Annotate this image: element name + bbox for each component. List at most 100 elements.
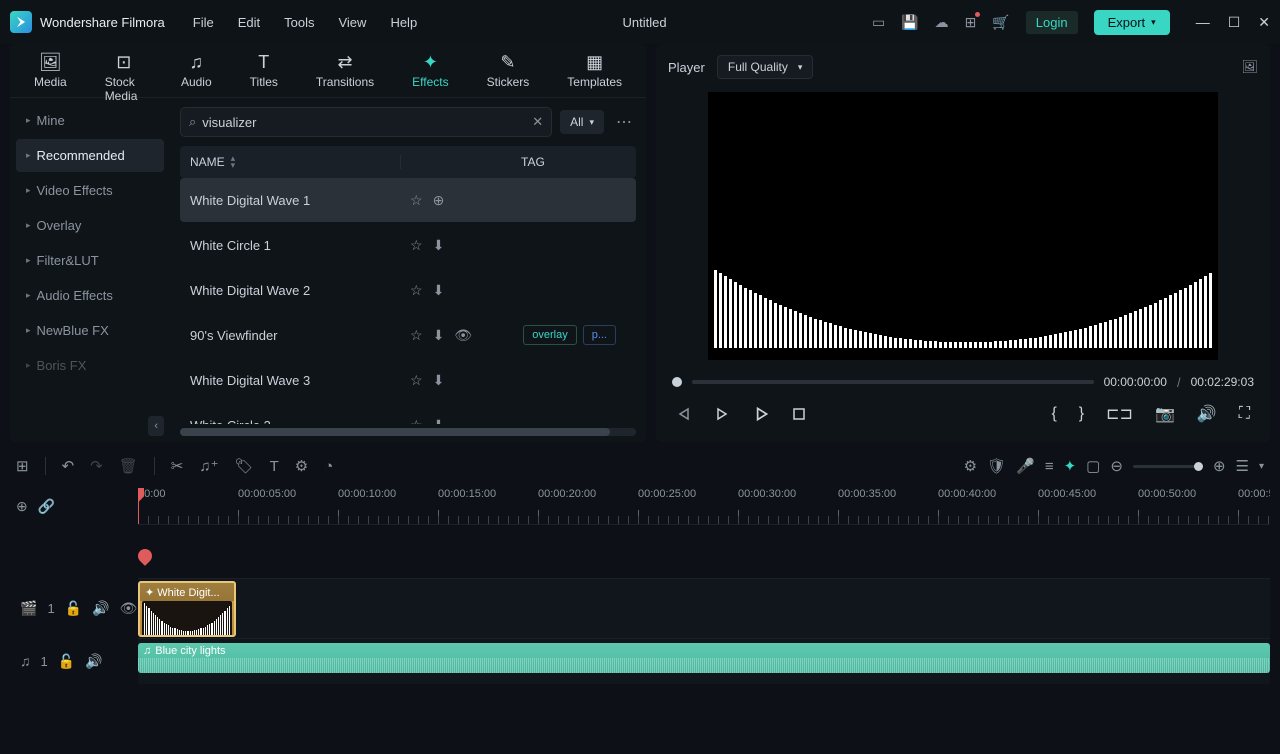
track-lock-icon[interactable]: 🔓 xyxy=(65,600,82,617)
tag-chip[interactable]: p... xyxy=(583,325,616,345)
device-icon[interactable]: ▭ xyxy=(872,14,885,31)
maximize-button[interactable]: ☐ xyxy=(1228,14,1241,31)
audio-clip[interactable]: ♫Blue city lights xyxy=(138,643,1270,673)
view-mode-button[interactable]: ☰ xyxy=(1236,457,1249,475)
snap-button[interactable]: ✦ xyxy=(1064,457,1077,475)
add-track-button[interactable]: ⊕ xyxy=(16,498,28,515)
fullscreen-button[interactable]: ⛶ xyxy=(1239,405,1250,423)
sidebar-item-recommended[interactable]: ▸Recommended xyxy=(16,139,164,172)
text-button[interactable]: T xyxy=(270,458,279,475)
display-mode-button[interactable]: ⊏⊐ xyxy=(1106,404,1133,424)
effect-row[interactable]: White Circle 3☆⬇ xyxy=(180,403,636,424)
tab-stickers[interactable]: ✎Stickers xyxy=(483,50,534,97)
menu-file[interactable]: File xyxy=(193,15,214,30)
save-icon[interactable]: 💾 xyxy=(901,14,918,31)
clear-search-button[interactable]: ✕ xyxy=(532,114,543,130)
star-icon[interactable]: ☆ xyxy=(410,192,423,209)
collapse-sidebar-button[interactable]: ‹ xyxy=(148,416,164,436)
effect-row[interactable]: White Circle 1☆⬇ xyxy=(180,223,636,267)
voice-button[interactable]: 🎤 xyxy=(1016,457,1035,475)
sidebar-item-boris[interactable]: ▸Boris FX xyxy=(16,349,164,382)
zoom-slider[interactable] xyxy=(1133,465,1203,468)
tab-templates[interactable]: ▦Templates xyxy=(563,50,626,97)
download-icon[interactable]: ⬇ xyxy=(433,282,445,299)
effect-row[interactable]: White Digital Wave 2☆⬇ xyxy=(180,268,636,312)
link-button[interactable]: 🔗 xyxy=(38,498,55,515)
star-icon[interactable]: ☆ xyxy=(410,327,423,344)
tab-audio[interactable]: ♫Audio xyxy=(177,50,216,97)
sidebar-item-mine[interactable]: ▸Mine xyxy=(16,104,164,137)
sidebar-item-audio-effects[interactable]: ▸Audio Effects xyxy=(16,279,164,312)
close-button[interactable]: ✕ xyxy=(1258,14,1270,31)
delete-button[interactable]: 🗑 xyxy=(119,457,138,475)
horizontal-scrollbar[interactable] xyxy=(180,428,636,436)
star-icon[interactable]: ☆ xyxy=(410,372,423,389)
play-button[interactable] xyxy=(752,405,770,423)
cloud-icon[interactable]: ☁ xyxy=(935,14,949,31)
tag-chip[interactable]: overlay xyxy=(523,325,576,345)
cart-icon[interactable]: 🛒 xyxy=(992,14,1009,31)
mixer-button[interactable]: ≡ xyxy=(1045,458,1054,475)
tag-button[interactable]: 🏷 xyxy=(235,457,254,475)
star-icon[interactable]: ☆ xyxy=(410,417,423,425)
audio-adjust-button[interactable]: ♫⁺ xyxy=(199,457,218,475)
stop-button[interactable] xyxy=(792,407,806,421)
redo-button[interactable]: ↷ xyxy=(90,457,103,475)
sidebar-item-video-effects[interactable]: ▸Video Effects xyxy=(16,174,164,207)
toggle-panels-button[interactable]: ⊞ xyxy=(16,457,29,475)
sidebar-item-filter-lut[interactable]: ▸Filter&LUT xyxy=(16,244,164,277)
apps-icon[interactable]: ⊞ xyxy=(965,14,977,31)
effect-row[interactable]: 90's Viewfinder☆⬇👁overlayp... xyxy=(180,313,636,357)
mark-in-button[interactable]: { xyxy=(1051,405,1056,423)
tab-media[interactable]: 🖼Media xyxy=(30,50,71,97)
login-button[interactable]: Login xyxy=(1026,11,1078,34)
snapshot-button[interactable]: 📷 xyxy=(1155,404,1175,424)
prev-frame-button[interactable] xyxy=(676,406,692,422)
play-backward-button[interactable] xyxy=(714,406,730,422)
search-input[interactable] xyxy=(202,115,526,130)
speed-button[interactable]: ◔ xyxy=(324,458,333,475)
sidebar-item-newblue[interactable]: ▸NewBlue FX xyxy=(16,314,164,347)
star-icon[interactable]: ☆ xyxy=(410,282,423,299)
export-button[interactable]: Export▾ xyxy=(1094,10,1170,35)
effect-row[interactable]: White Digital Wave 3☆⬇ xyxy=(180,358,636,402)
track-mute-icon[interactable]: 🔊 xyxy=(92,600,109,617)
marker-button[interactable]: 🛡 xyxy=(987,457,1006,475)
mark-out-button[interactable]: } xyxy=(1079,405,1084,423)
effect-row[interactable]: White Digital Wave 1☆⊕ xyxy=(180,178,636,222)
tab-effects[interactable]: ✦Effects xyxy=(408,50,452,97)
tab-titles[interactable]: TTitles xyxy=(246,50,282,97)
timeline-menu-button[interactable]: ▾ xyxy=(1259,461,1264,472)
undo-button[interactable]: ↶ xyxy=(62,457,75,475)
sidebar-item-overlay[interactable]: ▸Overlay xyxy=(16,209,164,242)
filter-dropdown[interactable]: All▾ xyxy=(560,110,604,134)
track-visible-icon[interactable]: 👁 xyxy=(120,600,138,617)
eye-icon[interactable]: 👁 xyxy=(454,327,472,344)
menu-help[interactable]: Help xyxy=(390,15,417,30)
split-button[interactable]: ✂ xyxy=(171,457,184,475)
playhead[interactable] xyxy=(138,488,139,524)
download-icon[interactable]: ⬇ xyxy=(433,372,445,389)
column-tag[interactable]: TAG xyxy=(400,155,636,169)
tab-stock-media[interactable]: ⊡Stock Media xyxy=(101,50,147,97)
menu-tools[interactable]: Tools xyxy=(284,15,314,30)
render-button[interactable]: ⚙ xyxy=(964,457,977,475)
audio-lock-icon[interactable]: 🔓 xyxy=(58,653,75,670)
zoom-out-button[interactable]: ⊖ xyxy=(1110,457,1123,475)
quality-dropdown[interactable]: Full Quality▾ xyxy=(717,55,814,79)
keyframe-marker[interactable] xyxy=(135,546,155,566)
more-options-button[interactable]: ⋯ xyxy=(612,112,636,132)
seek-handle[interactable] xyxy=(672,377,682,387)
star-icon[interactable]: ☆ xyxy=(410,237,423,254)
tab-transitions[interactable]: ⇄Transitions xyxy=(312,50,378,97)
menu-view[interactable]: View xyxy=(338,15,366,30)
download-icon[interactable]: ⬇ xyxy=(433,417,445,425)
column-name[interactable]: NAME▴▾ xyxy=(180,155,400,169)
menu-edit[interactable]: Edit xyxy=(238,15,260,30)
timeline-ruler[interactable]: 00:0000:00:05:0000:00:10:0000:00:15:0000… xyxy=(138,488,1270,524)
seek-track[interactable] xyxy=(692,380,1094,384)
volume-button[interactable]: 🔊 xyxy=(1197,404,1217,424)
snapshot-icon[interactable]: 🖼 xyxy=(1241,59,1258,75)
add-icon[interactable]: ⊕ xyxy=(433,192,445,209)
minimize-button[interactable]: — xyxy=(1196,14,1210,31)
